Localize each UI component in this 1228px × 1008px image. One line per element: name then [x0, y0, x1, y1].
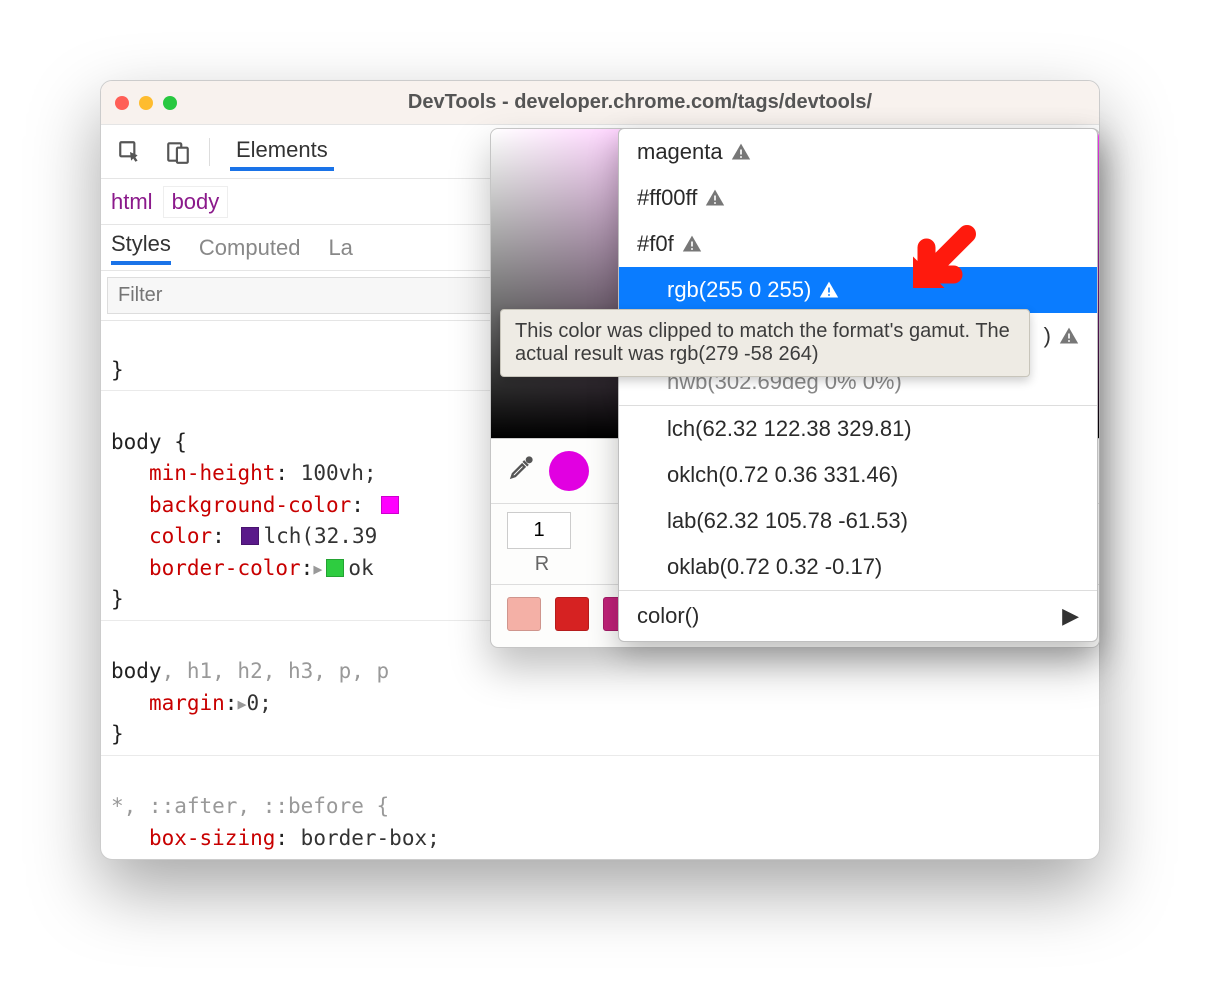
- format-label: rgb(255 0 255): [667, 277, 811, 303]
- format-label: oklch(0.72 0.36 331.46): [667, 462, 898, 488]
- format-item-hex3[interactable]: #f0f: [619, 221, 1097, 267]
- format-label: ): [1044, 323, 1051, 349]
- rule2-close: }: [111, 722, 124, 746]
- rule-prev-close: }: [111, 358, 124, 382]
- prop-margin[interactable]: margin: [149, 691, 225, 715]
- close-window-button[interactable]: [115, 96, 129, 110]
- format-label: oklab(0.72 0.32 -0.17): [667, 554, 882, 580]
- rule1-close: }: [111, 587, 124, 611]
- eyedropper-icon[interactable]: [507, 454, 535, 488]
- format-label: #f0f: [637, 231, 674, 257]
- format-label: lab(62.32 105.78 -61.53): [667, 508, 908, 534]
- device-toggle-icon[interactable]: [161, 135, 195, 169]
- current-color-swatch[interactable]: [549, 451, 589, 491]
- swatch-green[interactable]: [326, 559, 344, 577]
- inspect-element-icon[interactable]: [113, 135, 147, 169]
- rule3-selector[interactable]: *, ::after, ::before {: [111, 794, 389, 818]
- rule2-selector-rest[interactable]: , h1, h2, h3, p, p: [162, 659, 390, 683]
- format-label: #ff00ff: [637, 185, 697, 211]
- color-format-menu: magenta #ff00ff #f0f rgb(255 0 255) ) hw…: [618, 128, 1098, 642]
- channel-r-label: R: [535, 549, 549, 576]
- palette-chip[interactable]: [507, 597, 541, 631]
- prop-color[interactable]: color: [149, 524, 212, 548]
- warning-icon: [731, 142, 751, 162]
- format-item-hex6[interactable]: #ff00ff: [619, 175, 1097, 221]
- traffic-lights: [115, 96, 177, 110]
- palette-chip[interactable]: [555, 597, 589, 631]
- swatch-magenta[interactable]: [381, 496, 399, 514]
- swatch-purple[interactable]: [241, 527, 259, 545]
- format-item-magenta[interactable]: magenta: [619, 129, 1097, 175]
- format-item-lch[interactable]: lch(62.32 122.38 329.81): [619, 406, 1097, 452]
- subtab-layout[interactable]: La: [328, 235, 352, 261]
- rule2-selector-main[interactable]: body: [111, 659, 162, 683]
- val-border-color[interactable]: ok: [348, 556, 373, 580]
- val-min-height[interactable]: 100vh;: [301, 461, 377, 485]
- breadcrumb-html[interactable]: html: [111, 189, 153, 215]
- tab-elements[interactable]: Elements: [230, 133, 334, 171]
- rule1-selector[interactable]: body {: [111, 430, 187, 454]
- maximize-window-button[interactable]: [163, 96, 177, 110]
- format-item-rgb[interactable]: rgb(255 0 255): [619, 267, 1097, 313]
- gamut-clip-tooltip: This color was clipped to match the form…: [500, 309, 1030, 377]
- minimize-window-button[interactable]: [139, 96, 153, 110]
- format-item-color-fn[interactable]: color() ▶: [619, 590, 1097, 641]
- val-box-sizing[interactable]: border-box;: [301, 826, 440, 850]
- prop-background-color[interactable]: background-color: [149, 493, 351, 517]
- subtab-styles[interactable]: Styles: [111, 231, 171, 265]
- format-label: magenta: [637, 139, 723, 165]
- titlebar: DevTools - developer.chrome.com/tags/dev…: [101, 81, 1099, 125]
- alpha-input[interactable]: [507, 512, 571, 549]
- tooltip-text: This color was clipped to match the form…: [515, 320, 1010, 365]
- breadcrumb-body[interactable]: body: [163, 186, 229, 218]
- format-label: lch(62.32 122.38 329.81): [667, 416, 912, 442]
- warning-icon: [705, 188, 725, 208]
- warning-icon: [1059, 326, 1079, 346]
- subtab-computed[interactable]: Computed: [199, 235, 301, 261]
- val-color[interactable]: lch(32.39: [263, 524, 389, 548]
- prop-border-color[interactable]: border-color: [149, 556, 301, 580]
- prop-box-sizing[interactable]: box-sizing: [149, 826, 275, 850]
- chevron-right-icon: ▶: [1062, 603, 1079, 629]
- warning-icon: [819, 280, 839, 300]
- annotation-arrow-icon: [895, 216, 985, 312]
- expand-triangle-icon[interactable]: ▶: [313, 560, 322, 578]
- warning-icon: [682, 234, 702, 254]
- val-margin[interactable]: 0;: [246, 691, 271, 715]
- format-item-oklch[interactable]: oklch(0.72 0.36 331.46): [619, 452, 1097, 498]
- window-title: DevTools - developer.chrome.com/tags/dev…: [195, 91, 1085, 114]
- format-item-oklab[interactable]: oklab(0.72 0.32 -0.17): [619, 544, 1097, 590]
- prop-min-height[interactable]: min-height: [149, 461, 275, 485]
- format-item-lab[interactable]: lab(62.32 105.78 -61.53): [619, 498, 1097, 544]
- format-label: color(): [637, 603, 699, 629]
